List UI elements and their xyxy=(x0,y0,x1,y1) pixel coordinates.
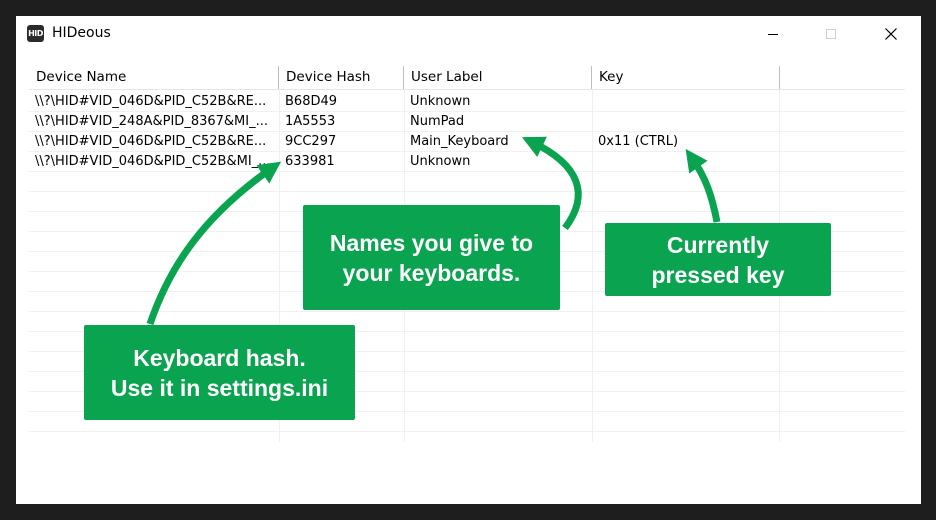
callout-pressed-key: Currently pressed key xyxy=(605,223,831,296)
callout-labels-line2: your keyboards. xyxy=(342,259,521,286)
user-label-cell: Main_Keyboard xyxy=(410,134,509,149)
device-name-cell: \\?\HID#VID_046D&PID_C52B&MI_... xyxy=(35,154,271,169)
callout-hash-line2: Use it in settings.ini xyxy=(110,374,329,401)
device-name-cell: \\?\HID#VID_248A&PID_8367&MI_... xyxy=(35,114,268,129)
callout-key-line1: Currently xyxy=(666,231,770,258)
maximize-icon xyxy=(826,29,836,39)
empty-row xyxy=(29,172,905,192)
window-title: HIDeous xyxy=(52,25,111,41)
callout-user-labels: Names you give to your keyboards. xyxy=(303,205,560,310)
device-name-cell: \\?\HID#VID_046D&PID_C52B&RE... xyxy=(35,134,267,149)
user-label-cell: NumPad xyxy=(410,114,465,129)
minimize-icon xyxy=(768,33,778,35)
list-header: Device Name Device Hash User Label Key xyxy=(29,66,905,90)
callout-labels-line1: Names you give to xyxy=(329,229,534,256)
empty-row xyxy=(29,432,905,442)
user-label-cell: Unknown xyxy=(410,94,471,109)
close-icon xyxy=(885,28,897,40)
device-hash-cell: B68D49 xyxy=(285,94,338,109)
key-cell xyxy=(592,92,779,112)
user-label-cell: Unknown xyxy=(410,154,471,169)
device-hash-cell: 633981 xyxy=(285,154,335,169)
key-cell xyxy=(592,152,779,172)
table-row[interactable]: \\?\HID#VID_248A&PID_8367&MI_... 1A5553 … xyxy=(29,112,905,132)
device-name-cell: \\?\HID#VID_046D&PID_C52B&RE... xyxy=(35,94,267,109)
table-row[interactable]: \\?\HID#VID_046D&PID_C52B&RE... 9CC297 M… xyxy=(29,132,905,152)
app-icon: HID xyxy=(27,25,44,42)
callout-keyboard-hash: Keyboard hash. Use it in settings.ini xyxy=(84,325,355,420)
device-hash-cell: 9CC297 xyxy=(285,134,337,149)
callout-hash-line1: Keyboard hash. xyxy=(133,344,306,371)
device-hash-cell: 1A5553 xyxy=(285,114,336,129)
column-header-device-hash[interactable]: Device Hash xyxy=(279,66,404,89)
title-bar[interactable]: HID HIDeous xyxy=(16,16,921,52)
table-row[interactable]: \\?\HID#VID_046D&PID_C52B&RE... B68D49 U… xyxy=(29,92,905,112)
key-cell xyxy=(592,112,779,132)
table-row[interactable]: \\?\HID#VID_046D&PID_C52B&MI_... 633981 … xyxy=(29,152,905,172)
callout-key-line2: pressed key xyxy=(651,261,785,288)
close-button[interactable] xyxy=(868,16,914,52)
key-cell: 0x11 (CTRL) xyxy=(598,134,679,149)
minimize-button[interactable] xyxy=(750,16,796,52)
column-header-user-label[interactable]: User Label xyxy=(404,66,591,89)
column-header-key[interactable]: Key xyxy=(592,66,779,89)
column-header-device-name[interactable]: Device Name xyxy=(29,66,279,89)
column-divider[interactable] xyxy=(779,66,780,89)
maximize-button[interactable] xyxy=(808,16,854,52)
